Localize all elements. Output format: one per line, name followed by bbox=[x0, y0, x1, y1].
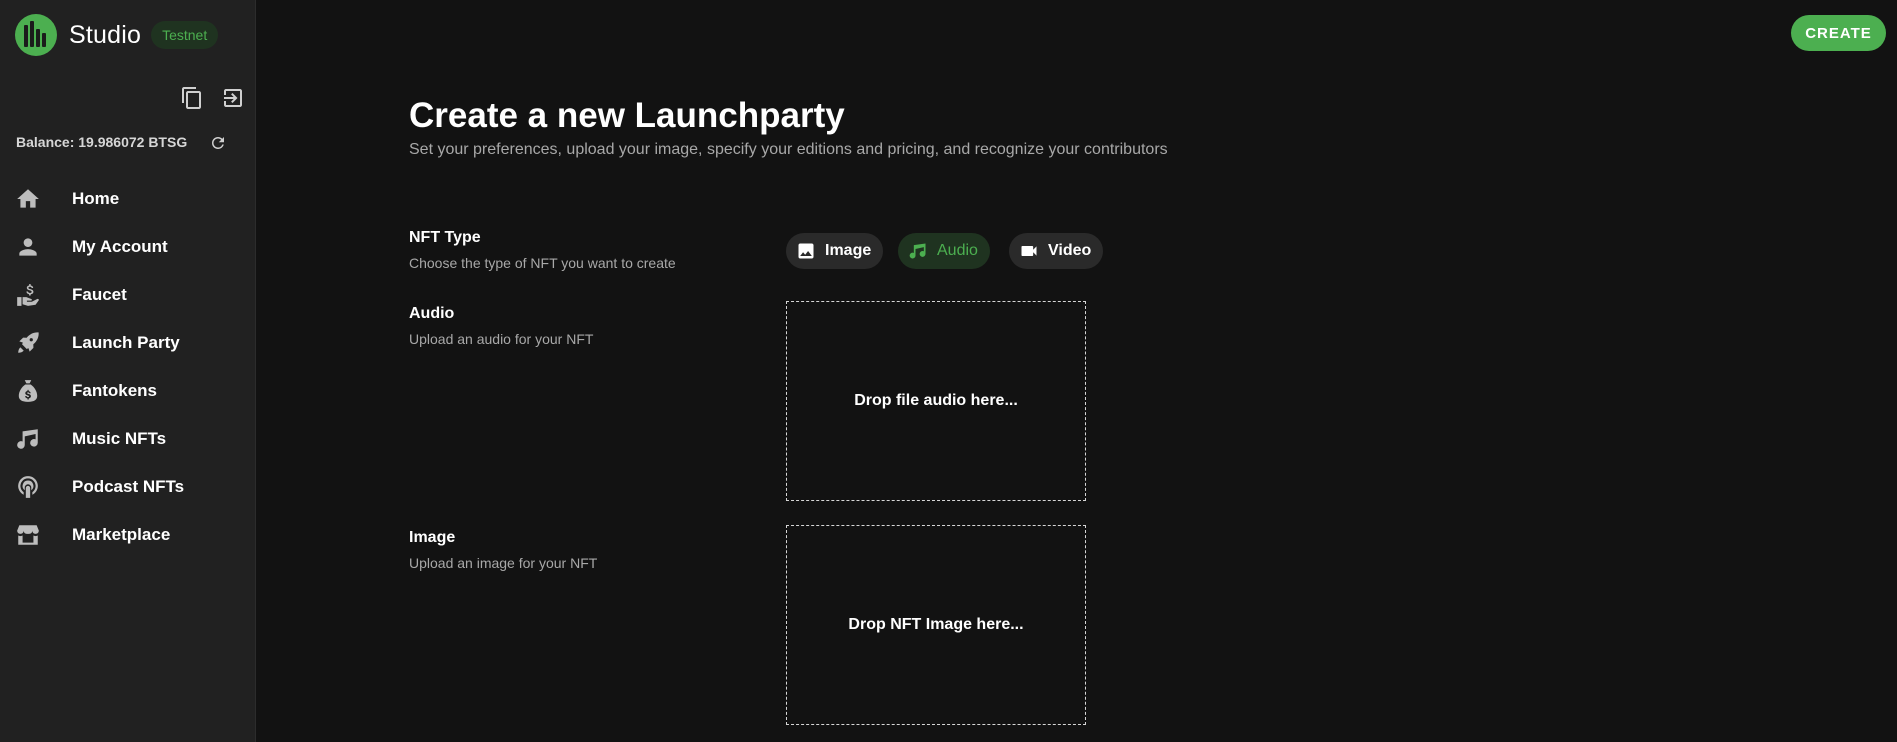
sidebar-item-label: Music NFTs bbox=[72, 429, 167, 448]
videocam-icon bbox=[1021, 246, 1037, 256]
sidebar-item-launch-party[interactable]: Launch Party bbox=[0, 319, 255, 367]
audio-drop-zone[interactable]: Drop file audio here... bbox=[786, 301, 1086, 501]
create-button[interactable]: CREATE bbox=[1791, 15, 1886, 51]
image-drop-text: Drop NFT Image here... bbox=[848, 616, 1024, 633]
studio-logo-icon bbox=[15, 14, 57, 56]
sidebar-item-faucet[interactable]: Faucet bbox=[0, 271, 255, 319]
person-icon bbox=[14, 233, 42, 261]
image-icon bbox=[798, 243, 814, 259]
sidebar-item-home[interactable]: Home bbox=[0, 175, 255, 223]
network-badge: Testnet bbox=[151, 21, 219, 49]
copy-icon[interactable] bbox=[180, 86, 204, 110]
nft-type-option-label: Video bbox=[1048, 242, 1092, 259]
account-address-redacted bbox=[10, 84, 130, 112]
sidebar-item-label: My Account bbox=[72, 237, 168, 256]
image-drop-zone[interactable]: Drop NFT Image here... bbox=[786, 525, 1086, 725]
sidebar-item-label: Faucet bbox=[72, 285, 127, 304]
sidebar-nav: Home My Account Faucet Launch Party Fant… bbox=[0, 175, 255, 559]
audio-label: Audio bbox=[409, 305, 455, 322]
faucet-hand-dollar-icon bbox=[14, 281, 42, 309]
nft-type-video-toggle[interactable]: Video bbox=[1009, 233, 1104, 269]
sidebar-item-podcast-nfts[interactable]: Podcast NFTs bbox=[0, 463, 255, 511]
image-hint: Upload an image for your NFT bbox=[409, 555, 598, 571]
brand-name: Studio bbox=[69, 20, 142, 49]
balance-text: Balance: 19.986072 BTSG bbox=[16, 134, 188, 150]
nft-type-option-label: Audio bbox=[937, 242, 978, 259]
sidebar-item-fantokens[interactable]: Fantokens bbox=[0, 367, 255, 415]
nft-type-image-toggle[interactable]: Image bbox=[786, 233, 884, 269]
storefront-icon bbox=[14, 521, 42, 549]
nft-type-option-label: Image bbox=[825, 242, 872, 259]
podcast-icon bbox=[14, 473, 42, 501]
sidebar-item-label: Marketplace bbox=[72, 525, 171, 544]
sidebar-item-my-account[interactable]: My Account bbox=[0, 223, 255, 271]
sidebar-item-label: Podcast NFTs bbox=[72, 477, 185, 496]
sidebar-item-label: Launch Party bbox=[72, 333, 180, 352]
home-icon bbox=[14, 185, 42, 213]
brand: Studio Testnet bbox=[15, 14, 219, 56]
page-subtitle: Set your preferences, upload your image,… bbox=[409, 141, 1168, 158]
nft-type-label: NFT Type bbox=[409, 229, 481, 246]
sidebar-item-label: Home bbox=[72, 189, 120, 208]
money-bag-icon bbox=[14, 377, 42, 405]
audio-drop-text: Drop file audio here... bbox=[854, 392, 1018, 409]
account-bar bbox=[10, 84, 246, 112]
nft-type-audio-toggle[interactable]: Audio bbox=[898, 233, 990, 269]
page-title: Create a new Launchparty bbox=[409, 96, 845, 135]
sidebar-item-marketplace[interactable]: Marketplace bbox=[0, 511, 255, 559]
image-label: Image bbox=[409, 529, 456, 546]
nft-type-hint: Choose the type of NFT you want to creat… bbox=[409, 255, 676, 271]
balance-row: Balance: 19.986072 BTSG bbox=[16, 134, 187, 150]
app-root: Studio Testnet Balance: 19.986072 BTSG H… bbox=[0, 0, 1897, 742]
music-note-icon bbox=[14, 425, 42, 453]
sidebar-item-music-nfts[interactable]: Music NFTs bbox=[0, 415, 255, 463]
sidebar: Studio Testnet Balance: 19.986072 BTSG H… bbox=[0, 0, 256, 742]
rocket-icon bbox=[14, 329, 42, 357]
refresh-icon[interactable] bbox=[209, 134, 227, 152]
audio-hint: Upload an audio for your NFT bbox=[409, 331, 594, 347]
sidebar-item-label: Fantokens bbox=[72, 381, 158, 400]
logout-icon[interactable] bbox=[221, 86, 245, 110]
music-note-icon bbox=[909, 243, 926, 259]
